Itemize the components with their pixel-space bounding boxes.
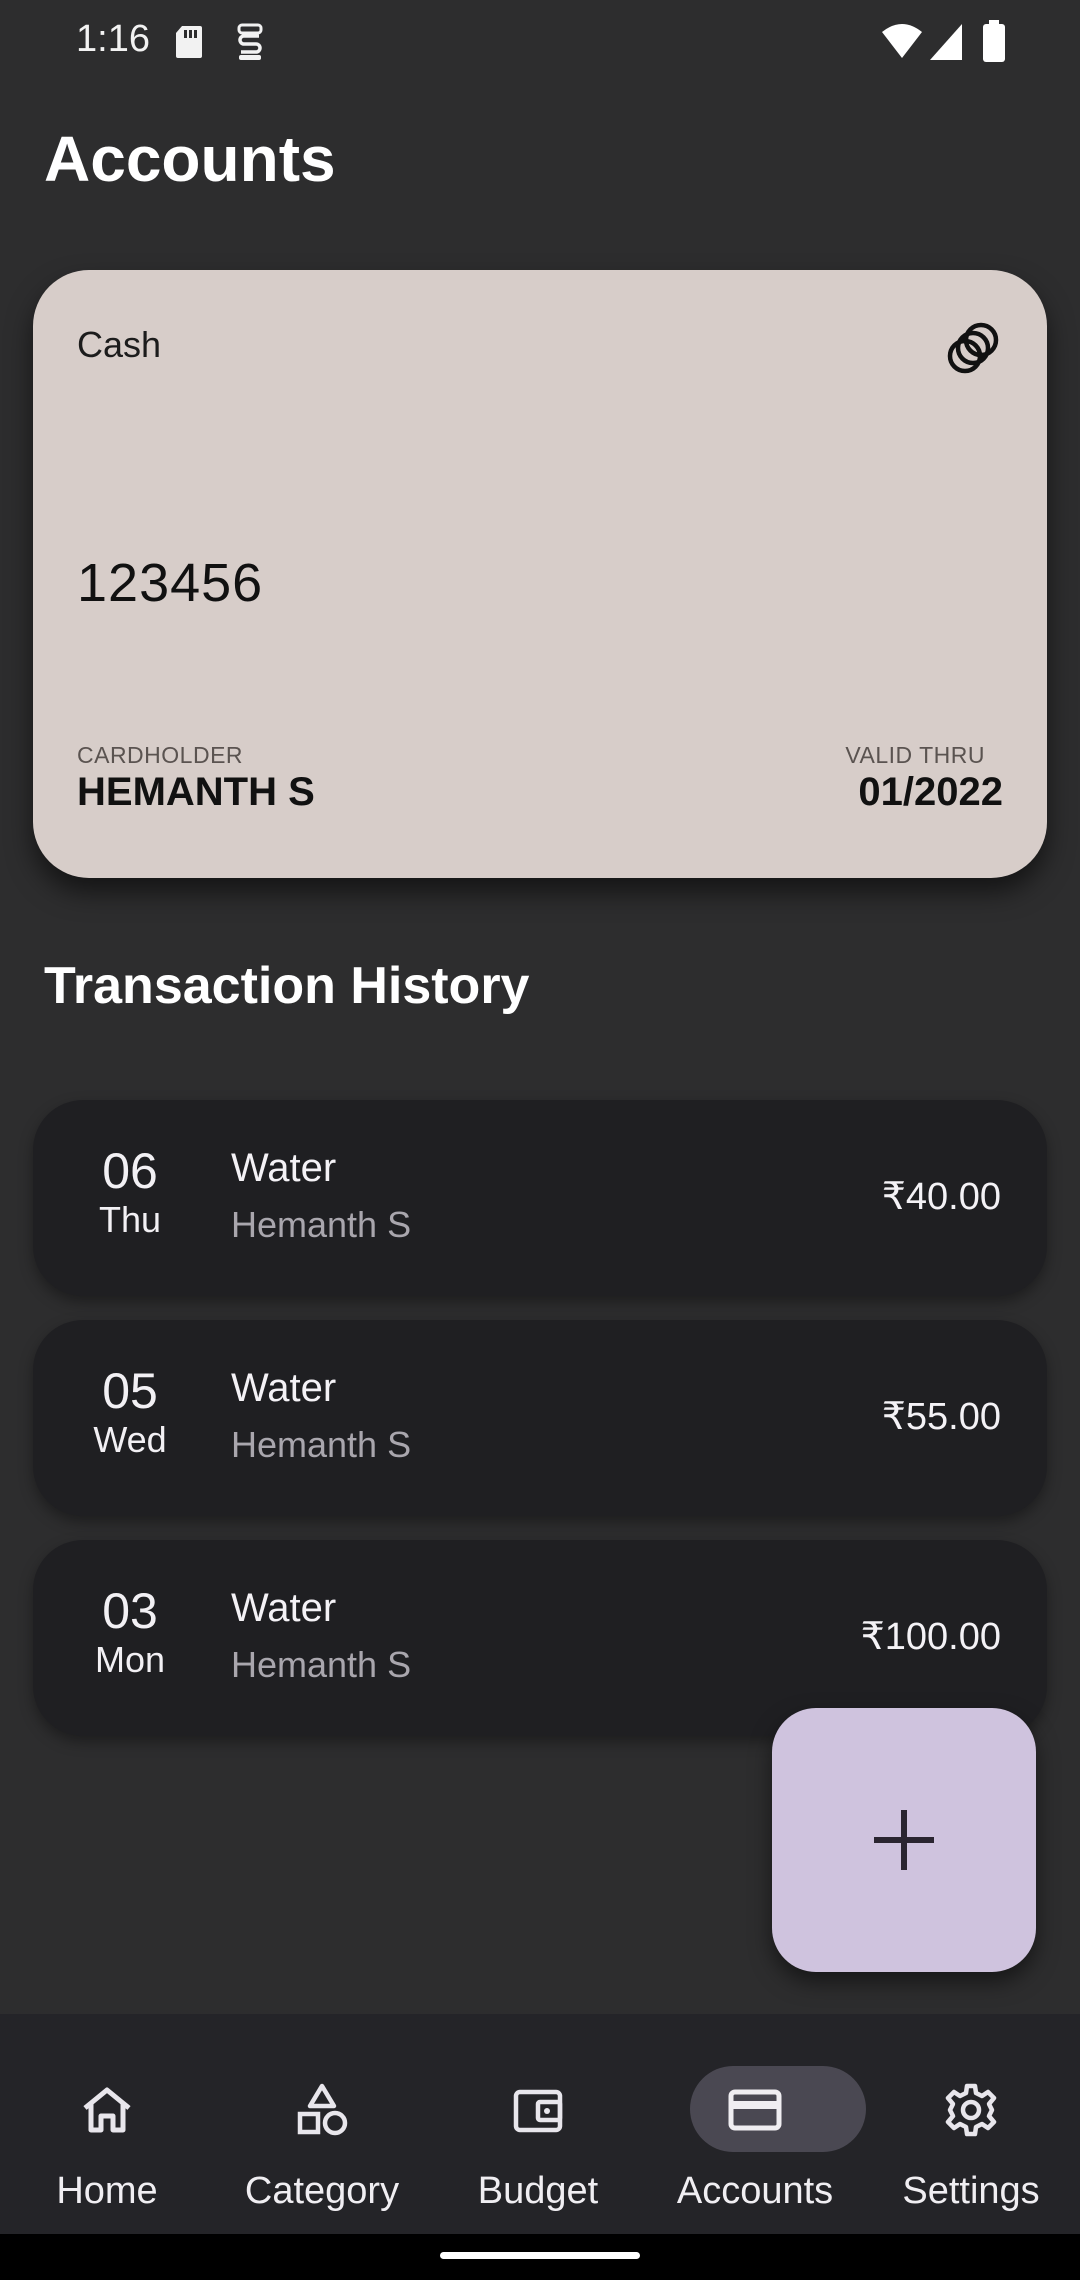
nav-item-home[interactable]: Home: [2, 2054, 212, 2214]
card-type: Cash: [77, 324, 162, 365]
cardholder-label: CARDHOLDER: [77, 742, 244, 768]
bottom-navigation: Home Category Budget Accounts Settings: [0, 2014, 1080, 2234]
nav-item-budget[interactable]: Budget: [433, 2054, 643, 2214]
transaction-weekday: Mon: [94, 1639, 166, 1680]
transaction-history-title: Transaction History: [44, 957, 530, 1015]
valid-thru-value: 01/2022: [858, 770, 1003, 814]
shapes-icon: [297, 2083, 348, 2136]
nav-label: Accounts: [676, 2170, 834, 2212]
transaction-list: 06 Thu Water Hemanth S ₹40.00 05 Wed Wat…: [33, 1100, 1047, 1760]
vpn-key-icon: [237, 23, 263, 60]
transaction-item[interactable]: 06 Thu Water Hemanth S ₹40.00: [33, 1100, 1047, 1296]
transaction-item[interactable]: 03 Mon Water Hemanth S ₹100.00: [33, 1540, 1047, 1736]
credit-card-icon: [728, 2089, 782, 2131]
signal-icon: [930, 24, 962, 60]
nav-item-settings[interactable]: Settings: [866, 2054, 1076, 2214]
accounts-screen: 1:16 Accounts Cash 123456 CARDHOLDER HEM…: [0, 0, 1080, 2280]
transaction-day: 06: [102, 1143, 158, 1199]
transaction-weekday: Thu: [98, 1199, 162, 1240]
valid-thru-label: VALID THRU: [845, 742, 985, 768]
transaction-date: 06 Thu: [55, 1144, 205, 1242]
transaction-day: 03: [102, 1583, 158, 1639]
nav-label: Settings: [902, 2170, 1040, 2212]
transaction-date: 03 Mon: [55, 1584, 205, 1682]
transaction-day: 05: [102, 1363, 158, 1419]
sd-card-icon: [176, 26, 202, 58]
cardholder-name: HEMANTH S: [77, 770, 315, 814]
wallet-icon: [513, 2089, 563, 2133]
transaction-category: Water: [231, 1586, 337, 1630]
transaction-amount: ₹55.00: [881, 1396, 1001, 1438]
nav-label: Budget: [477, 2170, 599, 2212]
nav-item-category[interactable]: Category: [217, 2054, 427, 2214]
transaction-person: Hemanth S: [231, 1424, 412, 1465]
coins-icon: [947, 322, 999, 374]
nav-label: Home: [56, 2170, 158, 2212]
page-title: Accounts: [44, 123, 336, 195]
transaction-amount: ₹100.00: [860, 1616, 1001, 1658]
status-bar: 1:16: [0, 0, 1080, 88]
gear-icon: [945, 2083, 997, 2137]
transaction-amount: ₹40.00: [881, 1176, 1001, 1218]
home-gesture-bar[interactable]: [440, 2252, 640, 2259]
plus-icon: [874, 1810, 934, 1870]
transaction-category: Water: [231, 1146, 337, 1190]
account-card[interactable]: Cash 123456 CARDHOLDER HEMANTH S VALID T…: [33, 270, 1047, 878]
add-transaction-button[interactable]: [772, 1708, 1036, 1972]
battery-icon: [983, 20, 1005, 62]
transaction-weekday: Wed: [93, 1419, 167, 1460]
transaction-item[interactable]: 05 Wed Water Hemanth S ₹55.00: [33, 1320, 1047, 1516]
nav-item-accounts[interactable]: Accounts: [650, 2054, 866, 2214]
home-icon: [83, 2087, 131, 2133]
status-time: 1:16: [76, 18, 150, 60]
transaction-date: 05 Wed: [55, 1364, 205, 1462]
transaction-person: Hemanth S: [231, 1644, 412, 1685]
transaction-person: Hemanth S: [231, 1204, 412, 1245]
transaction-category: Water: [231, 1366, 337, 1410]
nav-label: Category: [244, 2170, 400, 2212]
wifi-icon: [882, 24, 922, 58]
card-number: 123456: [77, 553, 264, 613]
